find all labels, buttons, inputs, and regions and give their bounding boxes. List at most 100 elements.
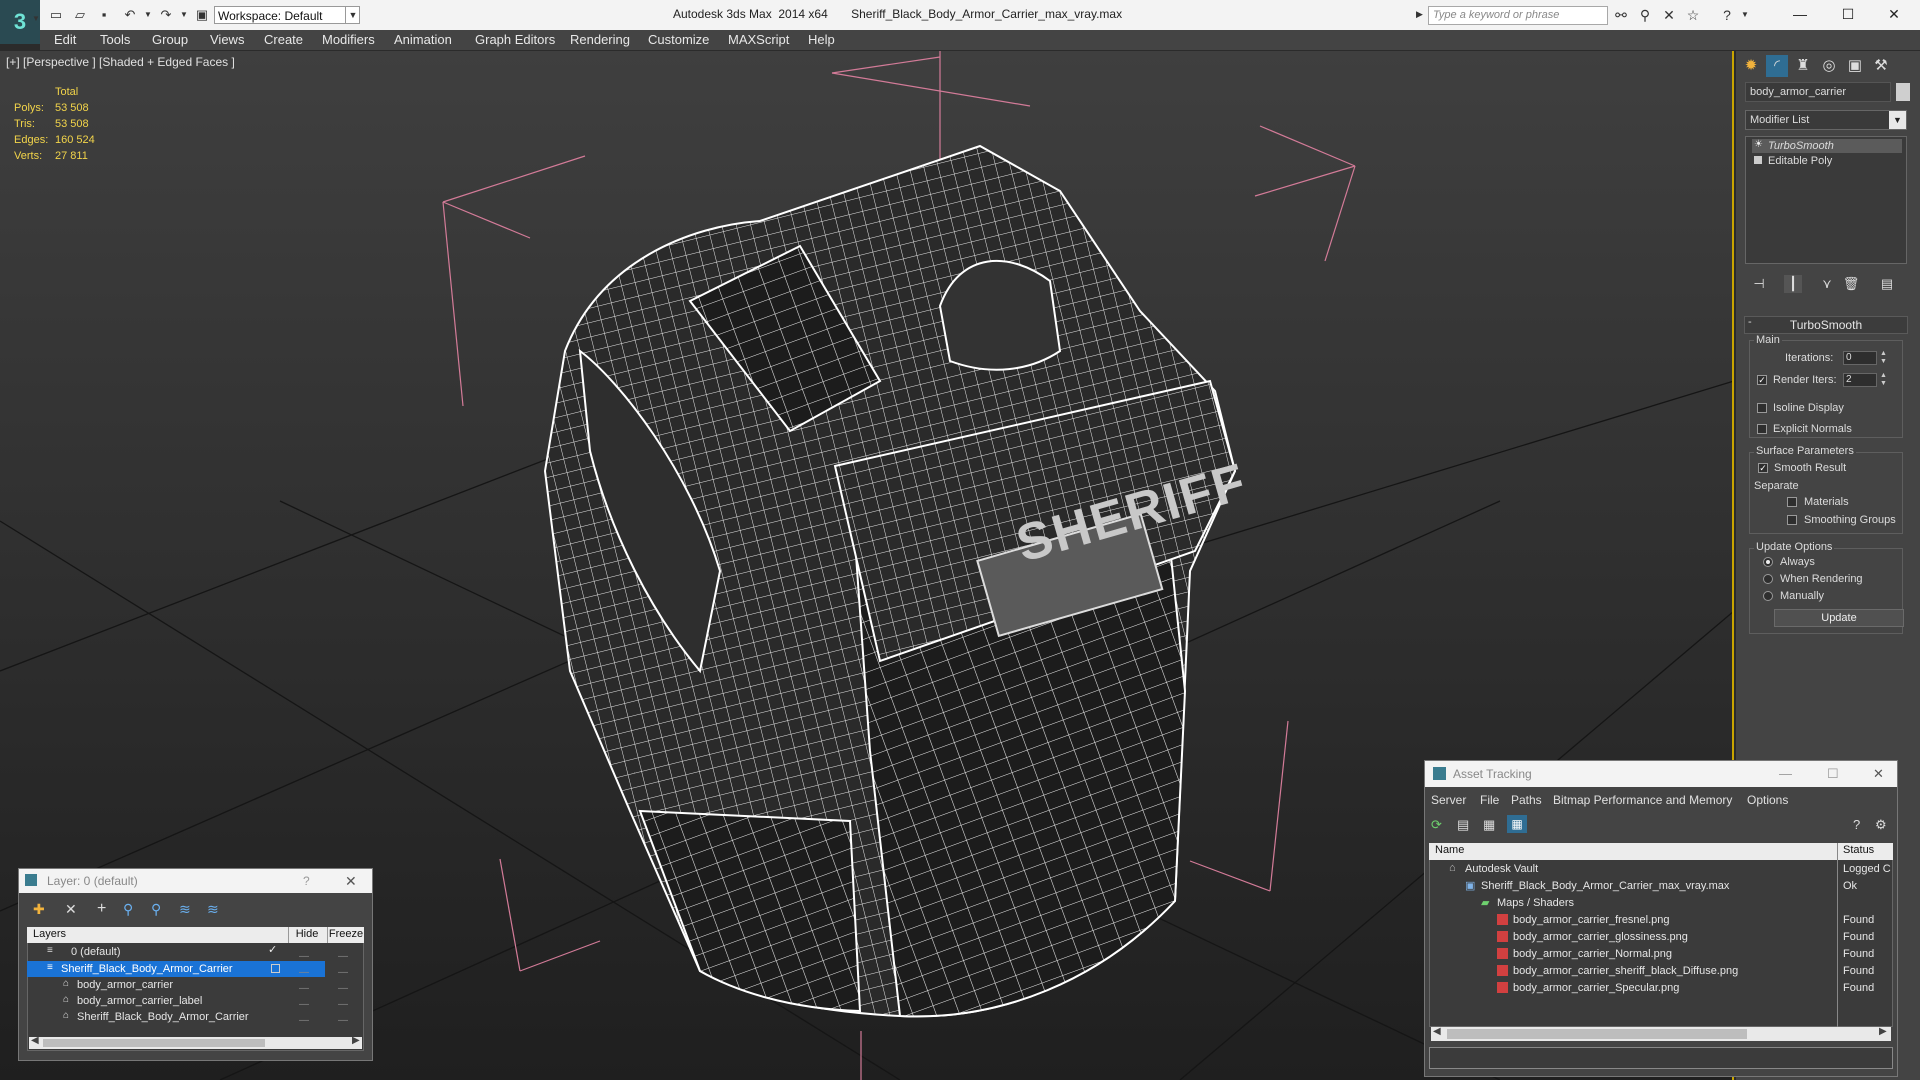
asset-row-maps[interactable]: Maps / Shaders <box>1429 895 1920 912</box>
modifier-list-dropdown[interactable]: Modifier List <box>1745 110 1907 130</box>
display-tab-icon[interactable]: ▣ <box>1844 55 1866 77</box>
collapse-icon[interactable]: - <box>1748 316 1752 328</box>
iterations-spinner-arrows-icon[interactable]: ▲ ▼ <box>1880 350 1887 366</box>
freeze-all-layers-icon[interactable]: ≋ <box>207 901 219 918</box>
asset-minimize-icon[interactable]: — <box>1779 761 1792 787</box>
stack-item-turbosmooth[interactable]: TurboSmooth <box>1752 139 1902 153</box>
asset-menu-server[interactable]: Server <box>1431 793 1466 807</box>
freeze-dashes[interactable]: — — — — — <box>338 949 348 1029</box>
hide-dashes[interactable]: — — — — — <box>299 949 309 1029</box>
asset-close-icon[interactable]: ✕ <box>1873 761 1884 787</box>
select-objects-icon[interactable]: ⚲ <box>123 901 133 918</box>
help-icon[interactable]: ? <box>1718 7 1736 23</box>
add-to-layer-icon[interactable]: + <box>97 900 106 918</box>
menu-graph-editors[interactable]: Graph Editors <box>475 30 555 50</box>
highlight-layer-icon[interactable]: ⚲ <box>151 901 161 918</box>
freeze-column-header[interactable]: Freeze <box>328 928 364 940</box>
asset-menu-file[interactable]: File <box>1480 793 1499 807</box>
materials-checkbox[interactable] <box>1787 497 1797 507</box>
smoothing-groups-checkbox[interactable] <box>1787 515 1797 525</box>
object-name-field[interactable]: body_armor_carrier <box>1745 82 1891 102</box>
binoculars-icon[interactable]: ⚯ <box>1612 7 1630 23</box>
menu-help[interactable]: Help <box>808 30 835 50</box>
detail-view-icon[interactable]: ▦ <box>1483 817 1495 833</box>
asset-help-icon[interactable]: ? <box>1853 817 1860 832</box>
modifier-list-arrow-icon[interactable]: ▼ <box>1889 111 1906 129</box>
workspace-dropdown-arrow-icon[interactable]: ▼ <box>345 6 360 24</box>
new-file-icon[interactable]: ▭ <box>48 7 64 23</box>
table-view-icon[interactable]: ▦ <box>1507 815 1527 833</box>
workspace-dropdown[interactable]: Workspace: Default <box>214 6 360 24</box>
app-menu-arrow-icon[interactable]: ▼ <box>32 14 40 23</box>
list-view-icon[interactable]: ▤ <box>1457 817 1469 833</box>
menu-views[interactable]: Views <box>210 30 244 50</box>
stack-item-editable-poly[interactable]: Editable Poly <box>1752 154 1902 168</box>
layer-window-close-icon[interactable]: ✕ <box>345 869 357 893</box>
object-row[interactable]: Sheriff_Black_Body_Armor_Carrier <box>27 1009 341 1025</box>
current-layer-check-icon[interactable]: ✓ <box>268 943 277 956</box>
isoline-display-checkbox[interactable] <box>1757 403 1767 413</box>
render-iters-checkbox[interactable]: ✓ <box>1757 375 1767 385</box>
maximize-button[interactable]: ☐ <box>1826 3 1870 25</box>
menu-modifiers[interactable]: Modifiers <box>322 30 375 50</box>
viewport-label[interactable]: [+] [Perspective ] [Shaded + Edged Faces… <box>6 55 235 69</box>
lightbulb-icon[interactable]: ☀ <box>1754 139 1763 150</box>
asset-help-options-icon[interactable]: ⚙ <box>1875 817 1887 833</box>
menu-create[interactable]: Create <box>264 30 303 50</box>
update-button[interactable]: Update <box>1774 609 1904 627</box>
object-color-swatch[interactable] <box>1896 83 1910 101</box>
menu-rendering[interactable]: Rendering <box>570 30 630 50</box>
smooth-result-checkbox[interactable]: ✓ <box>1758 463 1768 473</box>
redo-dropdown-icon[interactable]: ▼ <box>176 7 192 23</box>
set-current-layer-box[interactable] <box>271 964 280 973</box>
hide-all-layers-icon[interactable]: ≋ <box>179 901 191 918</box>
menu-animation[interactable]: Animation <box>394 30 452 50</box>
pin-stack-icon[interactable]: ⊣ <box>1750 275 1768 293</box>
scroll-right-icon[interactable]: ▶ <box>352 1035 360 1046</box>
delete-layer-icon[interactable]: ✕ <box>65 901 77 918</box>
save-file-icon[interactable]: ▪ <box>96 7 112 23</box>
name-column-header[interactable]: Name <box>1435 844 1464 856</box>
communication-center-icon[interactable]: ✕ <box>1660 7 1678 23</box>
render-iters-spinner[interactable]: 2 <box>1843 373 1877 387</box>
project-folder-icon[interactable]: ▣ <box>194 7 210 23</box>
scroll-left-icon[interactable]: ◀ <box>1433 1026 1441 1037</box>
menu-tools[interactable]: Tools <box>100 30 130 50</box>
explicit-normals-checkbox[interactable] <box>1757 424 1767 434</box>
minimize-button[interactable]: — <box>1778 3 1822 25</box>
layer-row[interactable]: 0 (default) <box>27 944 335 960</box>
redo-icon[interactable]: ↷ <box>158 7 174 23</box>
layer-row-selected[interactable]: Sheriff_Black_Body_Armor_Carrier <box>27 961 325 977</box>
hide-column-header[interactable]: Hide <box>287 928 327 940</box>
menu-maxscript[interactable]: MAXScript <box>728 30 789 50</box>
make-unique-icon[interactable]: ⋎ <box>1818 275 1836 293</box>
layers-column-header[interactable]: Layers <box>33 928 66 940</box>
when-rendering-radio[interactable] <box>1763 574 1773 584</box>
motion-tab-icon[interactable]: ◎ <box>1818 55 1840 77</box>
utilities-tab-icon[interactable]: ⚒ <box>1870 55 1892 77</box>
modify-tab-icon[interactable]: ◜ <box>1766 55 1788 77</box>
show-end-result-icon[interactable]: ┃ <box>1784 275 1802 293</box>
status-column-header[interactable]: Status <box>1843 844 1874 856</box>
object-row[interactable]: body_armor_carrier <box>27 977 341 993</box>
favorites-star-icon[interactable]: ☆ <box>1684 7 1702 23</box>
scroll-right-icon[interactable]: ▶ <box>1879 1026 1887 1037</box>
scrollbar-thumb[interactable] <box>1447 1029 1747 1039</box>
undo-dropdown-icon[interactable]: ▼ <box>140 7 156 23</box>
turbosmooth-rollout-header[interactable]: TurboSmooth <box>1744 316 1908 334</box>
help-dropdown-icon[interactable]: ▼ <box>1736 7 1754 23</box>
create-layer-icon[interactable]: ✚ <box>33 901 45 918</box>
menu-group[interactable]: Group <box>152 30 188 50</box>
search-input[interactable]: Type a keyword or phrase <box>1428 6 1608 25</box>
asset-path-field[interactable] <box>1429 1047 1893 1069</box>
iterations-spinner[interactable]: 0 <box>1843 351 1877 365</box>
asset-menu-bitmap-performance[interactable]: Bitmap Performance and Memory <box>1553 793 1732 807</box>
asset-menu-options[interactable]: Options <box>1747 793 1788 807</box>
search-tools-icon[interactable]: ⚲ <box>1636 7 1654 23</box>
always-radio[interactable] <box>1763 557 1773 567</box>
render-iters-spinner-arrows-icon[interactable]: ▲ ▼ <box>1880 372 1887 388</box>
refresh-icon[interactable]: ⟳ <box>1431 817 1442 833</box>
expand-icon[interactable] <box>1754 156 1762 164</box>
menu-edit[interactable]: Edit <box>54 30 76 50</box>
search-expand-icon[interactable]: ▶ <box>1416 9 1423 20</box>
